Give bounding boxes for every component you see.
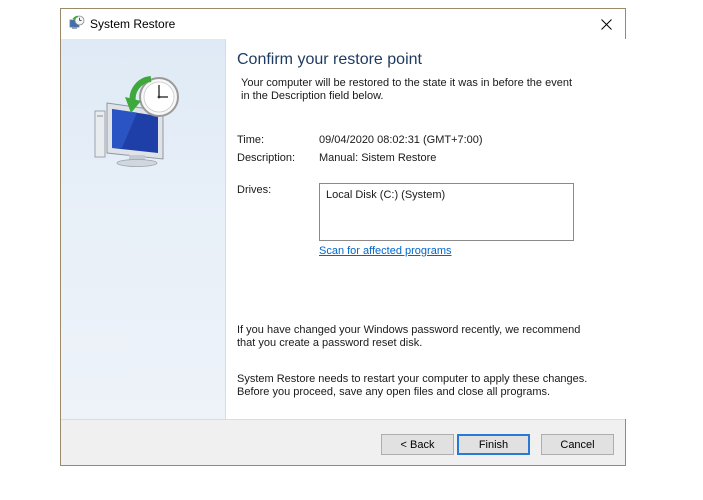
note-line: Before you proceed, save any open files …	[237, 386, 551, 398]
close-icon	[600, 18, 612, 30]
intro-line: Your computer will be restored to the st…	[241, 77, 572, 89]
monitor-with-clock-restore-icon	[89, 67, 189, 167]
cancel-button[interactable]: Cancel	[541, 434, 614, 455]
intro-line: in the Description field below.	[241, 90, 384, 102]
system-restore-window: System Restore Confirm your restore poin…	[60, 8, 626, 466]
back-button[interactable]: < Back	[381, 434, 454, 455]
restart-note: System Restore needs to restart your com…	[237, 373, 607, 399]
button-bar: < Back Finish Cancel	[61, 419, 625, 465]
scan-affected-programs-link[interactable]: Scan for affected programs	[319, 245, 451, 257]
time-value: 09/04/2020 08:02:31 (GMT+7:00)	[319, 134, 483, 146]
drives-label: Drives:	[237, 184, 272, 196]
intro-text: Your computer will be restored to the st…	[241, 77, 591, 103]
title-bar[interactable]: System Restore	[61, 9, 625, 39]
description-value: Manual: Sistem Restore	[319, 152, 437, 164]
note-line: If you have changed your Windows passwor…	[237, 324, 581, 336]
page-title: Confirm your restore point	[237, 51, 422, 68]
drives-list[interactable]: Local Disk (C:) (System)	[319, 183, 574, 241]
time-label: Time:	[237, 134, 265, 146]
window-title: System Restore	[90, 17, 176, 31]
description-label: Description:	[237, 152, 296, 164]
system-restore-icon	[69, 15, 85, 31]
password-note: If you have changed your Windows passwor…	[237, 324, 607, 350]
finish-button[interactable]: Finish	[457, 434, 530, 455]
list-item[interactable]: Local Disk (C:) (System)	[326, 189, 445, 201]
close-button[interactable]	[587, 9, 625, 39]
note-line: that you create a password reset disk.	[237, 337, 423, 349]
main-content: Confirm your restore point Your computer…	[226, 39, 626, 419]
note-line: System Restore needs to restart your com…	[237, 373, 588, 385]
side-panel	[61, 39, 226, 419]
